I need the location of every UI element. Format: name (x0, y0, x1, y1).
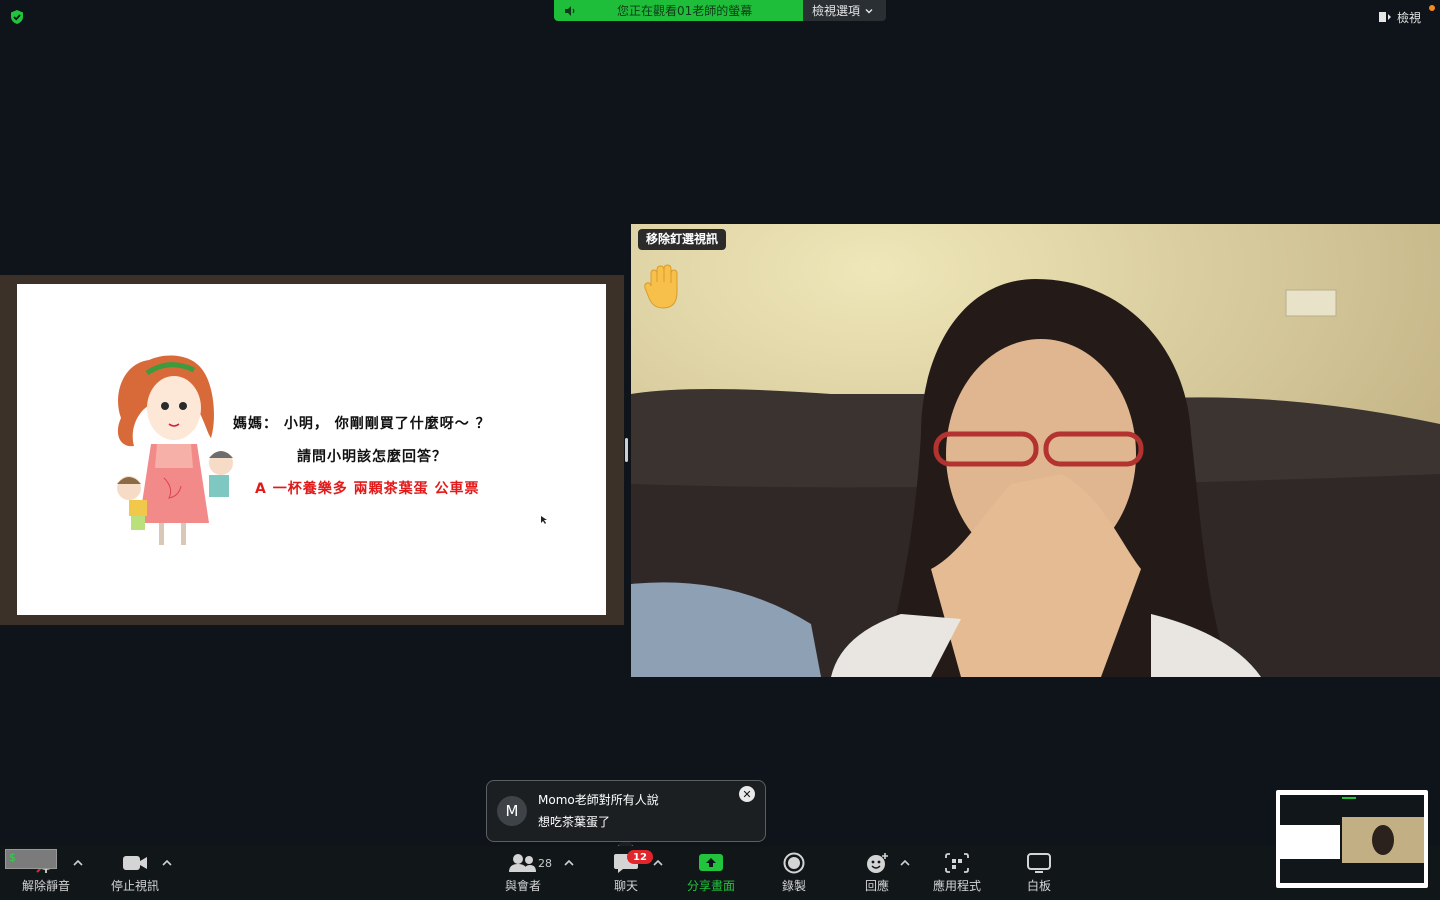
viewing-screen-banner: 您正在觀看01老師的螢幕 (554, 0, 803, 21)
mic-level-indicator: $ (5, 849, 57, 869)
video-options-chevron-icon[interactable] (160, 856, 174, 870)
mother-children-illustration (117, 355, 233, 545)
mouse-cursor-icon (541, 516, 547, 524)
slide-line-question: 媽媽： 小明， 你剛剛買了什麼呀～ ？ (233, 416, 491, 432)
unpin-video-button[interactable]: 移除釘選視訊 (638, 229, 727, 250)
security-shield-icon[interactable] (9, 9, 25, 25)
participants-label: 與會者 (504, 879, 541, 893)
chat-label: 聊天 (613, 879, 638, 893)
banner-text: 您正在觀看01老師的螢幕 (617, 4, 753, 18)
slide-line-prompt: 請問小明該怎麼回答？ (297, 449, 447, 465)
speaker-icon[interactable] (563, 4, 577, 18)
view-button[interactable]: 檢視 (1378, 8, 1421, 26)
whiteboard-label: 白板 (1026, 879, 1051, 893)
pinned-participant-video[interactable] (631, 224, 1440, 677)
reactions-options-chevron-icon[interactable] (898, 856, 912, 870)
share-screen-label: 分享畫面 (686, 879, 735, 893)
video-frame-image (631, 224, 1440, 677)
view-layout-icon (1379, 12, 1391, 22)
chat-options-chevron-icon[interactable] (651, 856, 665, 870)
view-options-button[interactable]: 檢視選項 (803, 0, 886, 21)
chat-message-text: 想吃茶葉蛋了 (538, 815, 611, 829)
split-view-handle[interactable] (625, 438, 628, 462)
audio-options-chevron-icon[interactable] (71, 856, 85, 870)
unmute-label: 解除靜音 (21, 879, 70, 893)
chat-notification-toast[interactable]: M Momo老師對所有人說 想吃茶葉蛋了 ✕ (486, 780, 766, 842)
mic-level-symbol: $ (9, 851, 16, 864)
apps-icon (945, 853, 969, 873)
video-camera-icon (123, 856, 147, 870)
reactions-label: 回應 (864, 879, 889, 893)
record-label: 錄製 (781, 879, 806, 893)
apps-button[interactable]: 應用程式 (912, 852, 1002, 894)
notification-dot (1429, 5, 1435, 11)
share-screen-icon (699, 854, 723, 871)
whiteboard-button[interactable]: 白板 (994, 852, 1084, 894)
whiteboard-icon (1027, 853, 1051, 873)
view-options-label: 檢視選項 (812, 4, 861, 18)
participants-icon (509, 854, 536, 872)
chat-unread-badge: 12 (627, 850, 653, 864)
stop-video-label: 停止視訊 (110, 879, 159, 893)
close-toast-button[interactable]: ✕ (739, 786, 755, 802)
shared-slide: 媽媽： 小明， 你剛剛買了什麼呀～ ？ 請問小明該怎麼回答？ A 一杯養樂多 兩… (17, 284, 606, 615)
chevron-down-icon (865, 8, 873, 13)
share-screen-button[interactable]: 分享畫面 (666, 852, 756, 894)
view-label: 檢視 (1397, 10, 1422, 25)
record-button[interactable]: 錄製 (749, 852, 839, 894)
meeting-toolbar: 解除靜音 停止視訊 與會者 聊天 分享畫面 錄製 回應 應用程式 白板 (0, 846, 1440, 900)
chat-sender-line: Momo老師對所有人說 (538, 793, 659, 807)
emoji-reaction-icon (867, 853, 888, 873)
slide-line-answer: A 一杯養樂多 兩顆茶葉蛋 公車票 (255, 481, 480, 497)
raised-hand-icon (644, 264, 678, 309)
self-view-thumbnail[interactable] (1276, 790, 1428, 888)
apps-label: 應用程式 (932, 879, 981, 893)
record-icon (783, 852, 805, 874)
sender-avatar: M (497, 796, 527, 826)
participants-button[interactable]: 與會者 (478, 852, 568, 894)
participants-count: 28 (538, 857, 552, 870)
participants-options-chevron-icon[interactable] (562, 856, 576, 870)
